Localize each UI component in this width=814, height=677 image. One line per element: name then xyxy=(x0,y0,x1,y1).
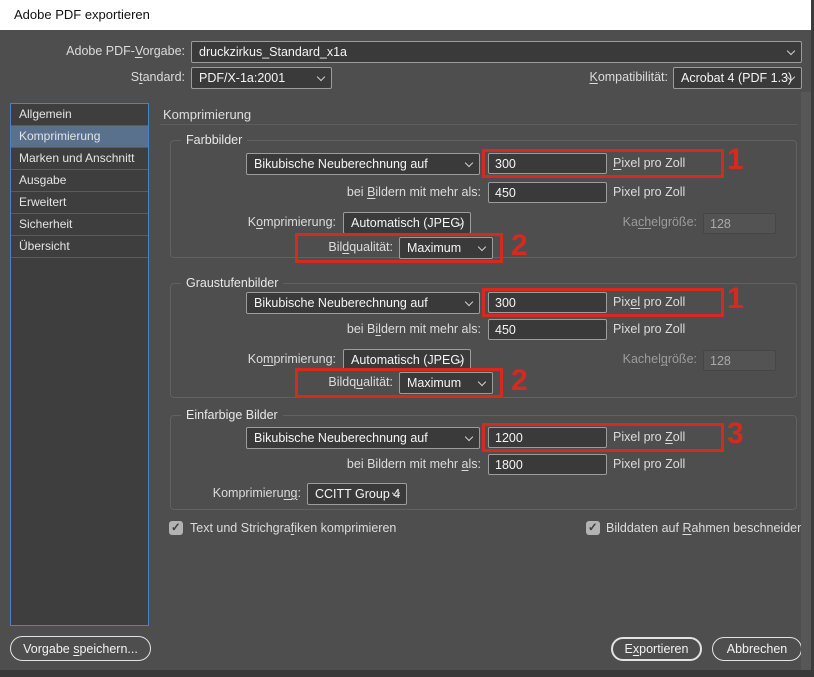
color-threshold-label: bei Bildern mit mehr als: xyxy=(171,182,481,203)
grayscale-threshold-input[interactable] xyxy=(488,319,607,340)
grayscale-resample-value: Bikubische Neuberechnung auf xyxy=(254,296,428,310)
export-button[interactable]: Exportieren xyxy=(611,637,702,661)
sidebar-item-allgemein[interactable]: Allgemein xyxy=(11,104,148,126)
monochrome-threshold-label: bei Bildern mit mehr als: xyxy=(171,454,481,475)
monochrome-resample-select[interactable]: Bikubische Neuberechnung auf xyxy=(246,427,480,449)
dialog-title: Adobe PDF exportieren xyxy=(14,0,150,30)
monochrome-compression-select[interactable]: CCITT Group 4 xyxy=(307,483,407,505)
save-preset-button[interactable]: Vorgabe speichern... xyxy=(10,636,151,661)
color-compression-value: Automatisch (JPEG) xyxy=(351,216,464,230)
grayscale-compression-label: Komprimierung: xyxy=(171,349,336,370)
sidebar-item-komprimierung[interactable]: Komprimierung xyxy=(11,126,148,148)
grayscale-resolution-input[interactable] xyxy=(488,292,607,313)
compress-text-label: Text und Strichgrafiken komprimieren xyxy=(190,518,396,539)
annotation-number-2: 2 xyxy=(511,366,528,396)
annotation-number-1: 1 xyxy=(727,284,744,314)
standard-select[interactable]: PDF/X-1a:2001 xyxy=(191,67,332,89)
chevron-down-icon xyxy=(478,378,486,386)
grayscale-threshold-label: bei Bildern mit mehr als: xyxy=(171,319,481,340)
color-threshold-input[interactable] xyxy=(488,182,607,203)
color-quality-select[interactable]: Maximum xyxy=(399,237,493,259)
color-threshold-unit: Pixel pro Zoll xyxy=(613,182,685,203)
chevron-down-icon xyxy=(465,433,473,441)
compatibility-select-value: Acrobat 4 (PDF 1.3) xyxy=(681,71,792,85)
color-compression-label: Komprimierung: xyxy=(171,212,336,233)
color-compression-select[interactable]: Automatisch (JPEG) xyxy=(343,212,471,234)
color-images-group: Farbbilder Bikubische Neuberechnung auf … xyxy=(170,140,797,258)
settings-category-list: Allgemein Komprimierung Marken und Ansch… xyxy=(10,103,149,626)
monochrome-images-legend: Einfarbige Bilder xyxy=(181,407,283,424)
color-tile-size-input xyxy=(703,213,776,234)
color-resolution-input[interactable] xyxy=(488,153,607,174)
grayscale-resolution-unit: Pixel pro Zoll xyxy=(613,292,685,313)
preset-select-value: druckzirkus_Standard_x1a xyxy=(199,45,347,59)
chevron-down-icon xyxy=(465,298,473,306)
crop-image-data-checkbox[interactable] xyxy=(586,521,600,535)
compress-text-checkbox[interactable] xyxy=(169,521,183,535)
titlebar: Adobe PDF exportieren xyxy=(0,0,814,30)
chevron-down-icon xyxy=(787,47,795,55)
grayscale-quality-value: Maximum xyxy=(407,376,461,390)
sidebar-item-erweitert[interactable]: Erweitert xyxy=(11,192,148,214)
monochrome-images-group: Einfarbige Bilder Bikubische Neuberechnu… xyxy=(170,415,797,510)
monochrome-resolution-input[interactable] xyxy=(488,427,607,448)
color-quality-value: Maximum xyxy=(407,241,461,255)
grayscale-tile-size-input xyxy=(703,350,776,371)
grayscale-resample-select[interactable]: Bikubische Neuberechnung auf xyxy=(246,292,480,314)
grayscale-compression-select[interactable]: Automatisch (JPEG) xyxy=(343,349,471,371)
grayscale-quality-select[interactable]: Maximum xyxy=(399,372,493,394)
preset-label: Adobe PDF-Vorgabe: xyxy=(0,41,185,62)
annotation-number-1: 1 xyxy=(727,145,744,175)
color-resolution-unit: Pixel pro Zoll xyxy=(613,153,685,174)
monochrome-resolution-unit: Pixel pro Zoll xyxy=(613,427,685,448)
standard-select-value: PDF/X-1a:2001 xyxy=(199,71,285,85)
chevron-down-icon xyxy=(478,243,486,251)
monochrome-resample-value: Bikubische Neuberechnung auf xyxy=(254,431,428,445)
export-pdf-dialog: Adobe PDF exportieren Adobe PDF-Vorgabe:… xyxy=(0,0,814,677)
page-title: Komprimierung xyxy=(163,105,251,125)
monochrome-compression-label: Komprimierung: xyxy=(171,483,301,504)
grayscale-compression-value: Automatisch (JPEG) xyxy=(351,353,464,367)
compatibility-select[interactable]: Acrobat 4 (PDF 1.3) xyxy=(673,67,802,89)
sidebar-item-ausgabe[interactable]: Ausgabe xyxy=(11,170,148,192)
grayscale-images-group: Graustufenbilder Bikubische Neuberechnun… xyxy=(170,283,797,398)
grayscale-threshold-unit: Pixel pro Zoll xyxy=(613,319,685,340)
sidebar-item-sicherheit[interactable]: Sicherheit xyxy=(11,214,148,236)
chevron-down-icon xyxy=(465,159,473,167)
monochrome-compression-value: CCITT Group 4 xyxy=(315,487,400,501)
color-quality-label: Bildqualität: xyxy=(231,237,393,258)
window-bottom-border xyxy=(0,670,814,677)
color-tile-size-label: Kachelgröße: xyxy=(501,212,697,233)
cancel-button[interactable]: Abbrechen xyxy=(712,637,802,661)
color-resample-value: Bikubische Neuberechnung auf xyxy=(254,157,428,171)
header-divider xyxy=(160,124,797,125)
grayscale-quality-label: Bildqualität: xyxy=(231,372,393,393)
compatibility-label: Kompatibilität: xyxy=(420,67,668,88)
preset-select[interactable]: druckzirkus_Standard_x1a xyxy=(191,41,802,63)
grayscale-tile-size-label: Kachelgröße: xyxy=(501,349,697,370)
monochrome-threshold-unit: Pixel pro Zoll xyxy=(613,454,685,475)
sidebar-item-marken-und-anschnitt[interactable]: Marken und Anschnitt xyxy=(11,148,148,170)
monochrome-threshold-input[interactable] xyxy=(488,454,607,475)
sidebar-item-uebersicht[interactable]: Übersicht xyxy=(11,236,148,258)
annotation-number-2: 2 xyxy=(511,231,528,261)
color-images-legend: Farbbilder xyxy=(181,132,247,149)
color-resample-select[interactable]: Bikubische Neuberechnung auf xyxy=(246,153,480,175)
annotation-number-3: 3 xyxy=(727,419,744,449)
standard-label: Standard: xyxy=(0,67,185,88)
crop-image-data-label: Bilddaten auf Rahmen beschneiden xyxy=(606,518,804,539)
grayscale-images-legend: Graustufenbilder xyxy=(181,275,283,292)
chevron-down-icon xyxy=(317,73,325,81)
